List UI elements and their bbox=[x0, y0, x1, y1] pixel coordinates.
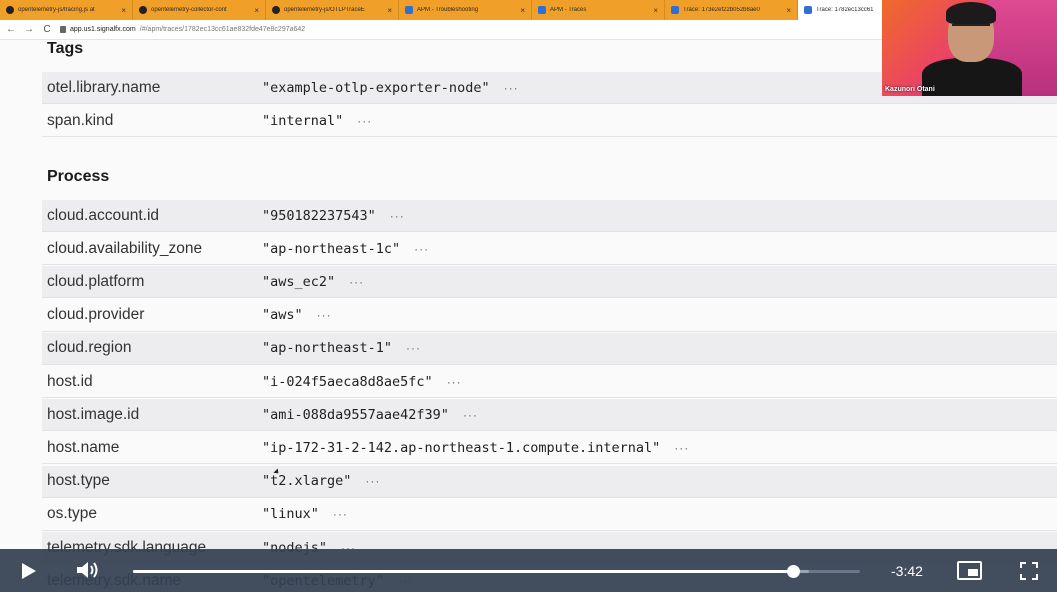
more-actions-icon[interactable]: ··· bbox=[447, 375, 462, 389]
played-bar bbox=[133, 570, 794, 573]
signalfx-icon bbox=[671, 6, 679, 14]
more-actions-icon[interactable]: ··· bbox=[357, 114, 372, 128]
attribute-row: cloud.provider "aws" ··· bbox=[42, 300, 1057, 332]
attribute-key: os.type bbox=[47, 505, 97, 523]
attribute-value: "ap-northeast-1c" bbox=[262, 240, 401, 257]
close-icon[interactable]: × bbox=[786, 6, 791, 15]
attribute-value: "internal" bbox=[262, 112, 344, 129]
more-actions-icon[interactable]: ··· bbox=[317, 308, 332, 322]
attribute-row: cloud.region "ap-northeast-1" ··· bbox=[42, 332, 1057, 365]
attribute-row: host.image.id "ami-088da9557aae42f39" ··· bbox=[42, 399, 1057, 432]
video-control-bar: -3:42 bbox=[0, 549, 1057, 592]
attribute-key: cloud.account.id bbox=[47, 206, 160, 224]
attribute-key: cloud.platform bbox=[47, 272, 145, 290]
more-actions-icon[interactable]: ··· bbox=[390, 209, 405, 223]
signalfx-icon bbox=[804, 6, 812, 14]
attribute-row: host.type "t2.xlarge" ··· bbox=[42, 465, 1057, 498]
url-host: app.us1.signalfx.com bbox=[70, 26, 136, 33]
seek-handle[interactable] bbox=[787, 565, 801, 578]
tags-section-title: Tags bbox=[47, 40, 84, 57]
browser-tab[interactable]: APM - Traces × bbox=[532, 0, 665, 20]
url-path: /#/apm/traces/1782ec13cc61ae832fde47e8c2… bbox=[139, 26, 306, 33]
attribute-value: "ami-088da9557aae42f39" bbox=[262, 406, 449, 423]
presenter-name: Kazunori Otani bbox=[885, 86, 935, 93]
attribute-key: cloud.availability_zone bbox=[47, 239, 203, 257]
attribute-row: cloud.platform "aws_ec2" ··· bbox=[42, 266, 1057, 299]
lock-icon bbox=[60, 26, 66, 33]
seek-bar[interactable] bbox=[133, 565, 860, 578]
github-icon bbox=[139, 6, 147, 14]
volume-icon[interactable] bbox=[75, 559, 101, 581]
attribute-key: cloud.region bbox=[47, 339, 132, 357]
github-icon bbox=[272, 6, 280, 14]
attribute-value: "example-otlp-exporter-node" bbox=[262, 79, 490, 96]
attribute-row: cloud.availability_zone "ap-northeast-1c"… bbox=[42, 233, 1057, 266]
attribute-key: host.type bbox=[47, 472, 110, 490]
browser-tab[interactable]: opentelemetry-collector-cont × bbox=[133, 0, 266, 20]
tab-title: APM - Traces bbox=[550, 7, 587, 13]
tab-title: Trace: 173e2ef22b052b8ae0 bbox=[683, 7, 760, 13]
browser-tab[interactable]: APM - Troubleshooting × bbox=[399, 0, 532, 20]
more-actions-icon[interactable]: ··· bbox=[333, 507, 348, 521]
close-icon[interactable]: × bbox=[387, 6, 392, 15]
address-bar[interactable]: app.us1.signalfx.com/#/apm/traces/1782ec… bbox=[60, 26, 305, 33]
more-actions-icon[interactable]: ··· bbox=[414, 242, 429, 256]
signalfx-icon bbox=[538, 6, 546, 14]
attribute-row: cloud.account.id "950182237543" ··· bbox=[42, 200, 1057, 232]
time-remaining: -3:42 bbox=[891, 563, 923, 579]
reload-icon[interactable]: C bbox=[42, 24, 52, 35]
signalfx-icon bbox=[405, 6, 413, 14]
back-icon[interactable]: ← bbox=[6, 24, 16, 35]
browser-tab[interactable]: Trace: 173e2ef22b052b8ae0 × bbox=[665, 0, 798, 20]
picture-in-picture-icon[interactable] bbox=[957, 561, 982, 580]
attribute-key: cloud.provider bbox=[47, 306, 145, 324]
attribute-key: span.kind bbox=[47, 111, 114, 129]
attribute-key: host.name bbox=[47, 438, 120, 456]
attribute-value: "linux" bbox=[262, 506, 319, 523]
close-icon[interactable]: × bbox=[254, 6, 259, 15]
more-actions-icon[interactable]: ··· bbox=[365, 474, 380, 488]
close-icon[interactable]: × bbox=[653, 6, 658, 15]
attribute-key: host.id bbox=[47, 372, 93, 390]
browser-tab[interactable]: opentelemetry-js/tracing.js at × bbox=[0, 0, 133, 20]
close-icon[interactable]: × bbox=[520, 6, 525, 15]
presenter-body bbox=[922, 58, 1022, 96]
tab-title: opentelemetry-js/tracing.js at bbox=[18, 7, 95, 13]
browser-tab[interactable]: opentelemetry-js/OTLPTraceE × bbox=[266, 0, 399, 20]
github-icon bbox=[6, 6, 14, 14]
forward-icon[interactable]: → bbox=[24, 24, 34, 35]
attribute-value: "aws" bbox=[262, 307, 303, 324]
tab-title: opentelemetry-js/OTLPTraceE bbox=[284, 7, 365, 13]
attribute-row: os.type "linux" ··· bbox=[42, 499, 1057, 531]
attribute-value: "950182237543" bbox=[262, 207, 376, 224]
tab-title: APM - Troubleshooting bbox=[417, 7, 479, 13]
more-actions-icon[interactable]: ··· bbox=[463, 408, 478, 422]
attribute-row: host.name "ip-172-31-2-142.ap-northeast-1… bbox=[42, 432, 1057, 465]
process-section-title: Process bbox=[47, 168, 110, 185]
attribute-value: "i-024f5aeca8d8ae5fc" bbox=[262, 373, 433, 390]
attribute-key: otel.library.name bbox=[47, 78, 161, 96]
presenter-webcam: Kazunori Otani bbox=[882, 0, 1057, 96]
attribute-value: "aws_ec2" bbox=[262, 273, 336, 290]
close-icon[interactable]: × bbox=[121, 6, 126, 15]
attribute-value: "ap-northeast-1" bbox=[262, 340, 393, 357]
fullscreen-icon[interactable] bbox=[1020, 562, 1038, 580]
more-actions-icon[interactable]: ··· bbox=[406, 341, 421, 355]
attribute-value: "ip-172-31-2-142.ap-northeast-1.compute.… bbox=[262, 439, 661, 456]
more-actions-icon[interactable]: ··· bbox=[674, 441, 689, 455]
attribute-row: span.kind "internal" ··· bbox=[42, 105, 1057, 138]
attribute-row: host.id "i-024f5aeca8d8ae5fc" ··· bbox=[42, 366, 1057, 398]
more-actions-icon[interactable]: ··· bbox=[349, 275, 364, 289]
trace-detail-panel: Tags Process otel.library.name "example-o… bbox=[0, 40, 1057, 592]
presenter-glasses bbox=[952, 24, 990, 32]
play-icon[interactable] bbox=[22, 563, 36, 579]
tab-title: opentelemetry-collector-cont bbox=[151, 7, 227, 13]
presenter-hair bbox=[946, 2, 996, 24]
attribute-key: host.image.id bbox=[47, 405, 140, 423]
more-actions-icon[interactable]: ··· bbox=[504, 81, 519, 95]
